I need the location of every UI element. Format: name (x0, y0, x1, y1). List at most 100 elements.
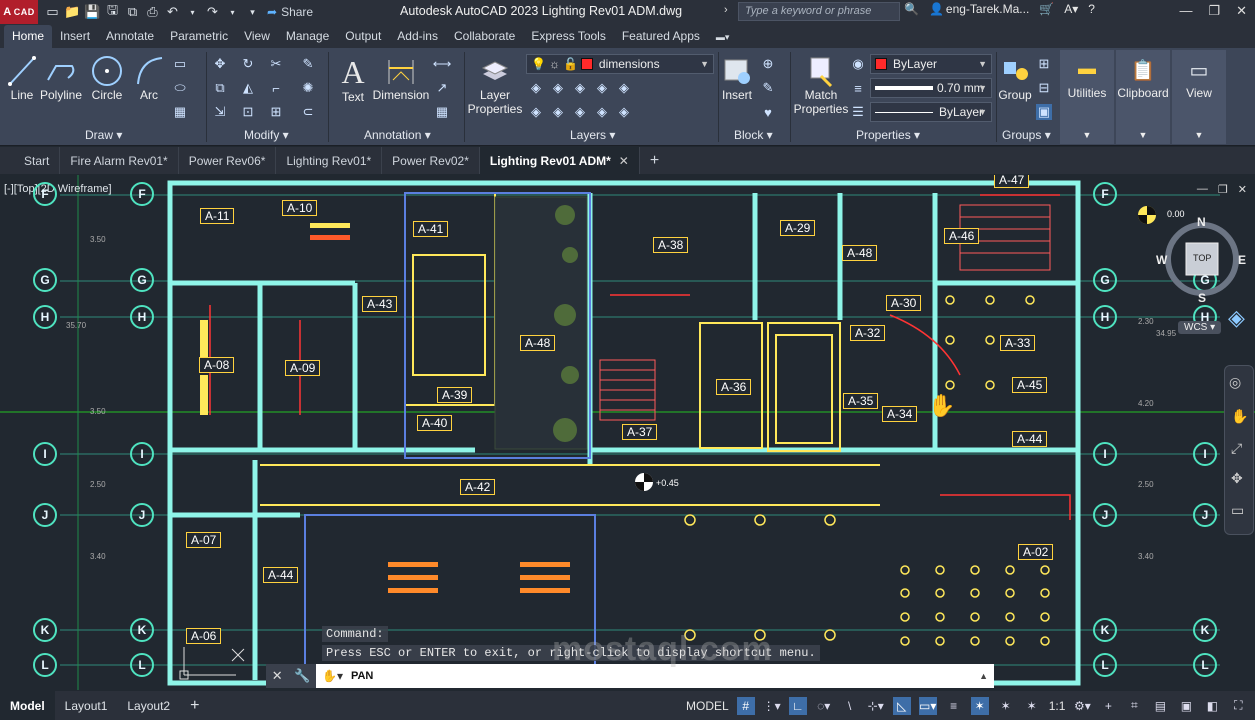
close-tab-icon[interactable]: ✕ (619, 154, 629, 168)
tab-layout1[interactable]: Layout1 (55, 691, 118, 720)
compass-east[interactable]: E (1238, 253, 1246, 267)
annotation-panel-title[interactable]: Annotation ▾ (364, 128, 431, 142)
file-tab-start[interactable]: Start (14, 147, 61, 174)
ribbon-tab-view[interactable]: View (236, 25, 278, 48)
navbar-toggle-icon[interactable]: ◈ (1228, 305, 1254, 339)
drawing-area[interactable]: ✋ [-][Top][2D Wireframe] — ❐ ✕ F G H I J… (0, 175, 1255, 690)
trim-icon[interactable]: ✂ (268, 56, 284, 72)
tab-model[interactable]: Model (0, 691, 55, 720)
isolate-objects-icon[interactable]: ◧ (1203, 697, 1221, 715)
quick-properties-icon[interactable]: ▤ (1151, 697, 1169, 715)
open-web-icon[interactable]: ⧉ (124, 4, 141, 21)
clipboard-button[interactable]: 📋 Clipboard ▼ (1116, 50, 1170, 144)
viewport-controls-label[interactable]: [-][Top][2D Wireframe] (4, 183, 112, 195)
polyline-tool[interactable]: Polyline (40, 54, 82, 102)
file-tab-lighting-adm[interactable]: Lighting Rev01 ADM* ✕ (479, 147, 640, 174)
layer-isolate-icon[interactable]: ◈ (550, 80, 566, 96)
search-input[interactable]: Type a keyword or phrase (738, 2, 900, 21)
modify-panel-title[interactable]: Modify ▾ (244, 128, 289, 142)
ribbon-tab-output[interactable]: Output (337, 25, 389, 48)
layers-panel-title[interactable]: Layers ▾ (570, 128, 615, 142)
dimension-tool[interactable]: Dimension (372, 54, 430, 102)
hardware-acceleration-icon[interactable]: ▣ (1177, 697, 1195, 715)
units-icon[interactable]: ⌗ (1125, 697, 1143, 715)
hatch-icon[interactable]: ⬭ (172, 80, 188, 96)
line-tool[interactable]: Line (6, 54, 38, 102)
compass-south[interactable]: S (1198, 291, 1206, 305)
tab-layout2[interactable]: Layout2 (117, 691, 180, 720)
ribbon-tab-add-ins[interactable]: Add-ins (389, 25, 446, 48)
customize-qat-icon[interactable]: ▾ (244, 4, 261, 21)
ungroup-icon[interactable]: ⊞ (1036, 56, 1052, 72)
ribbon-tab-insert[interactable]: Insert (52, 25, 98, 48)
group-edit-icon[interactable]: ⊟ (1036, 80, 1052, 96)
color-wheel-icon[interactable]: ◉ (850, 56, 866, 72)
offset-icon[interactable]: ⊂ (300, 104, 316, 120)
make-current-icon[interactable]: ◈ (616, 80, 632, 96)
scale-icon[interactable]: ⊡ (240, 104, 256, 120)
cart-icon[interactable]: 🛒 (1039, 2, 1054, 16)
command-input[interactable]: PAN (351, 670, 373, 682)
model-space-toggle[interactable]: MODEL (686, 699, 729, 713)
boundary-icon[interactable]: ▦ (172, 104, 188, 120)
rotate-icon[interactable]: ↻ (240, 56, 256, 72)
block-attributes-icon[interactable]: ♥ (760, 104, 776, 120)
command-history-toggle-icon[interactable]: ▲ (979, 671, 988, 681)
close-viewport-icon[interactable]: ✕ (1238, 183, 1247, 196)
layer-unisolate-icon[interactable]: ◈ (572, 104, 588, 120)
snap-icon[interactable]: ⋮▾ (763, 697, 781, 715)
lineweight-icon[interactable]: ≡ (850, 80, 866, 96)
save-icon[interactable]: 💾 (84, 4, 101, 21)
add-layout-button[interactable]: + (180, 691, 209, 720)
move-icon[interactable]: ✥ (212, 56, 228, 72)
auto-scale-icon[interactable]: ✶ (997, 697, 1015, 715)
viewcube[interactable]: TOP N S E W (1156, 215, 1246, 305)
mirror-icon[interactable]: ◭ (240, 80, 256, 96)
help-icon[interactable]: ? (1088, 2, 1095, 16)
color-dropdown[interactable]: ByLayer ▼ (870, 54, 992, 74)
annotation-scale-icon[interactable]: ✶ (1023, 697, 1041, 715)
group-selection-icon[interactable]: ▣ (1036, 104, 1052, 120)
search-icon[interactable]: 🔍 (904, 2, 919, 16)
object-snap-tracking-icon[interactable]: ⊹▾ (867, 697, 885, 715)
open-folder-icon[interactable]: 📁 (64, 4, 81, 21)
close-command-icon[interactable]: ✕ (272, 668, 283, 684)
match-properties-tool[interactable]: Match Properties (794, 54, 848, 116)
ribbon-tab-home[interactable]: Home (4, 25, 53, 48)
ribbon-tab-manage[interactable]: Manage (278, 25, 337, 48)
ribbon-tab-annotate[interactable]: Annotate (98, 25, 162, 48)
autodesk-app-icon[interactable]: A▾ (1064, 2, 1078, 16)
share-button[interactable]: ➦ Share (267, 5, 313, 19)
workspace-gear-icon[interactable]: ⚙▾ (1073, 697, 1091, 715)
zoom-extents-icon[interactable]: ⤢ (1231, 440, 1242, 457)
new-file-icon[interactable]: ▭ (44, 4, 61, 21)
file-tab-fire-alarm[interactable]: Fire Alarm Rev01* (60, 147, 179, 174)
group-tool[interactable]: Group (998, 54, 1032, 102)
stretch-icon[interactable]: ⇲ (212, 104, 228, 120)
layer-off-icon[interactable]: ◈ (528, 80, 544, 96)
plot-icon[interactable]: ⎙ (144, 4, 161, 21)
annotation-scale[interactable]: 1:1 (1049, 699, 1066, 713)
layer-unlock-icon[interactable]: ◈ (616, 104, 632, 120)
file-tab-power-rev02[interactable]: Power Rev02* (382, 147, 480, 174)
utilities-button[interactable]: ▬ Utilities ▼ (1060, 50, 1114, 144)
layer-lock-icon[interactable]: ◈ (594, 80, 610, 96)
save-as-icon[interactable]: 🖫 (104, 2, 121, 21)
ribbon-tab-featured-apps[interactable]: Featured Apps (614, 25, 708, 48)
layer-previous-icon[interactable]: ◈ (550, 104, 566, 120)
application-menu-button[interactable]: A CAD (0, 0, 38, 24)
grid-icon[interactable]: # (736, 696, 755, 715)
wcs-menu[interactable]: WCS ▾ (1178, 321, 1222, 334)
user-name[interactable]: eng-Tarek.Ma... (946, 2, 1029, 16)
chevron-right-icon[interactable]: › (724, 4, 728, 16)
file-tab-power-rev06[interactable]: Power Rev06* (179, 147, 277, 174)
view-button[interactable]: ▭ View ▼ (1172, 50, 1226, 144)
linetype-dropdown[interactable]: ByLayer ▼ (870, 102, 992, 122)
linear-dim-icon[interactable]: ⟷ (433, 56, 452, 72)
redo-dropdown-icon[interactable]: ▾ (224, 4, 241, 21)
table-icon[interactable]: ▦ (434, 104, 450, 120)
plus-icon[interactable]: + (1099, 697, 1117, 715)
layer-dropdown[interactable]: 💡 ☼ 🔓 dimensions ▼ (526, 54, 714, 74)
layer-thaw-icon[interactable]: ◈ (594, 104, 610, 120)
circle-tool[interactable]: Circle (90, 54, 124, 102)
